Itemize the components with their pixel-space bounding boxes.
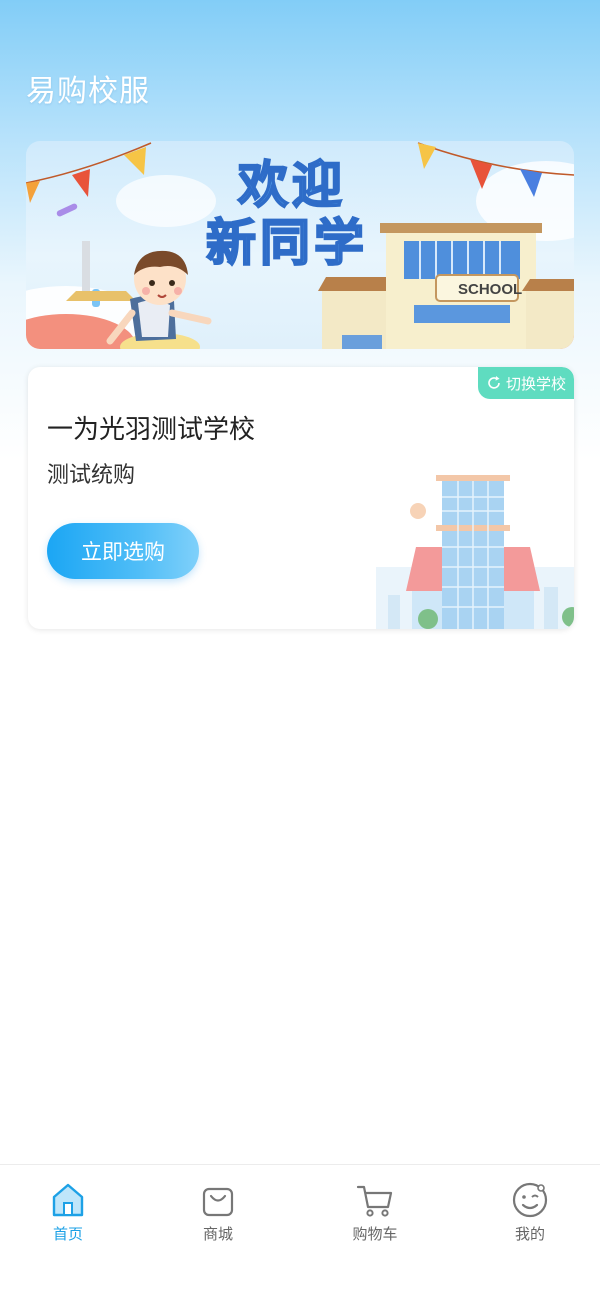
tab-mine[interactable]: 我的 [490, 1179, 570, 1244]
profile-face-icon [512, 1182, 548, 1218]
school-sign: SCHOOL [458, 281, 523, 298]
tab-mine-label: 我的 [514, 1225, 545, 1243]
tab-cart[interactable]: 购物车 [335, 1179, 415, 1244]
school-building-illustration [376, 475, 574, 629]
tab-mall-label: 商城 [202, 1225, 233, 1243]
tab-cart-label: 购物车 [352, 1225, 398, 1243]
tab-home-label: 首页 [52, 1225, 83, 1243]
tab-mall[interactable]: 商城 [178, 1179, 258, 1244]
app-title: 易购校服 [26, 74, 150, 109]
refresh-icon [488, 376, 500, 389]
buy-now-button[interactable]: 立即选购 [47, 523, 199, 579]
purchase-name: 测试统购 [47, 463, 136, 488]
home-icon [52, 1183, 84, 1217]
school-name: 一为光羽测试学校 [47, 415, 256, 445]
shopping-bag-icon [202, 1187, 234, 1217]
cart-icon [356, 1185, 393, 1217]
switch-school-button[interactable]: 切换学校 [477, 367, 574, 399]
welcome-banner[interactable]: 欢迎 新同学 SCHOOL [26, 141, 574, 349]
school-card: 切换学校 一为光羽测试学校 测试统购 立即选购 [28, 367, 574, 629]
tab-home[interactable]: 首页 [28, 1179, 108, 1244]
bottom-tab-bar: 首页 商城 购物车 我的 [0, 1164, 600, 1300]
banner-headline-line2: 新同学 [205, 213, 368, 273]
switch-school-label: 切换学校 [505, 374, 566, 393]
